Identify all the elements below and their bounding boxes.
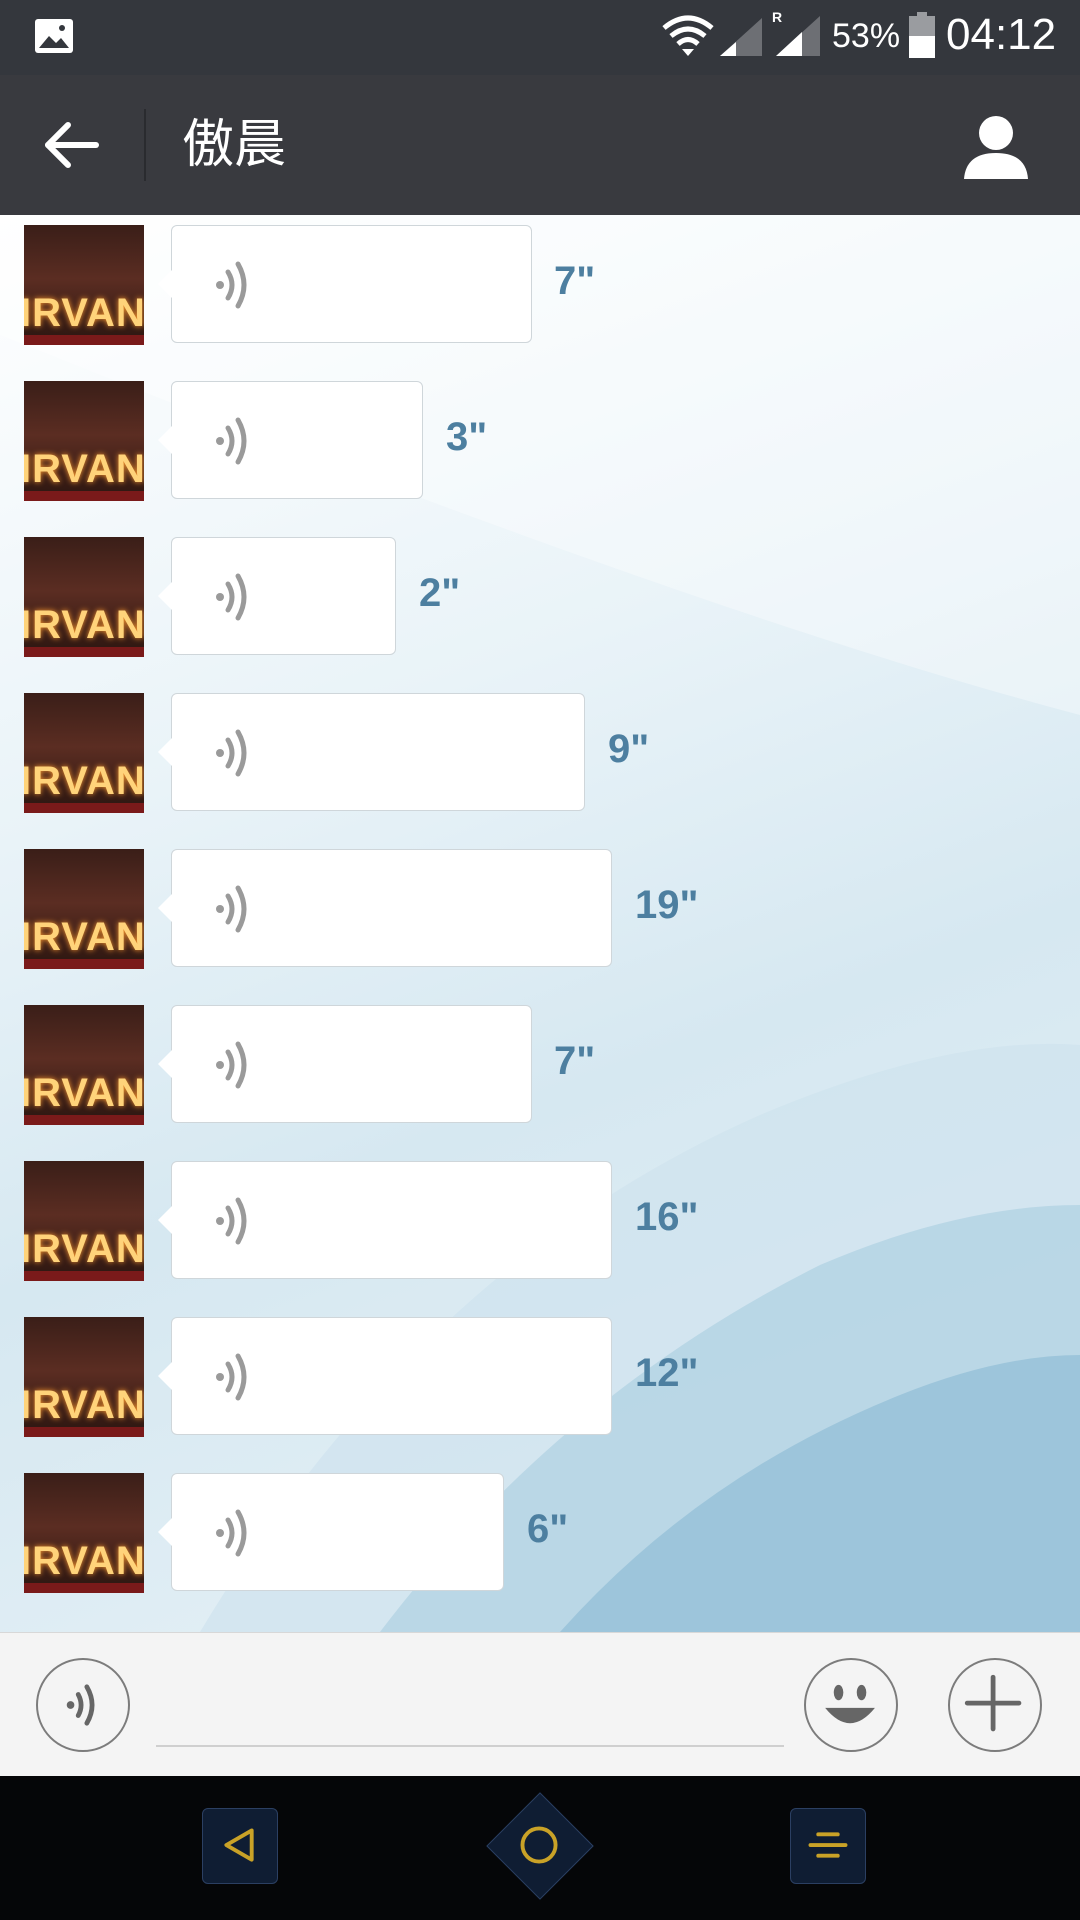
voice-message-bubble[interactable] bbox=[158, 693, 585, 811]
avatar[interactable]: IRVANA bbox=[24, 1317, 144, 1437]
voice-message-bubble[interactable] bbox=[158, 849, 612, 967]
battery-percent: 53% bbox=[832, 17, 901, 55]
voice-wave-icon bbox=[216, 729, 247, 777]
voice-wave-icon bbox=[216, 1509, 247, 1557]
voice-message-bubble[interactable] bbox=[158, 381, 423, 499]
chat-message-list[interactable]: IRVANA 7" IRVANA 3" IRVANA 2" IRVANA 9" … bbox=[0, 215, 1080, 1632]
voice-message-row: IRVANA 9" bbox=[0, 693, 1080, 813]
voice-message-bubble[interactable] bbox=[158, 1005, 532, 1123]
voice-wave-icon bbox=[216, 885, 247, 933]
more-options-button[interactable] bbox=[948, 1658, 1042, 1752]
voice-duration: 3" bbox=[446, 415, 488, 459]
nav-home-button[interactable] bbox=[486, 1792, 594, 1900]
voice-toggle-button[interactable] bbox=[36, 1658, 130, 1752]
nav-back-button[interactable] bbox=[202, 1808, 278, 1884]
voice-message-bubble[interactable] bbox=[158, 1317, 612, 1435]
voice-duration: 7" bbox=[554, 259, 596, 303]
system-nav-bar bbox=[0, 1776, 1080, 1920]
voice-message-row: IRVANA 3" bbox=[0, 381, 1080, 501]
voice-duration: 9" bbox=[608, 727, 650, 771]
status-bar: R 53% 04:12 bbox=[0, 0, 1080, 75]
avatar[interactable]: IRVANA bbox=[24, 849, 144, 969]
voice-message-bubble[interactable] bbox=[158, 1161, 612, 1279]
voice-message-bubble[interactable] bbox=[158, 225, 532, 343]
voice-duration: 19" bbox=[635, 883, 699, 927]
voice-wave-icon bbox=[216, 261, 247, 309]
avatar[interactable]: IRVANA bbox=[24, 1005, 144, 1125]
plus-icon bbox=[964, 1674, 1022, 1732]
avatar[interactable]: IRVANA bbox=[24, 693, 144, 813]
clock: 04:12 bbox=[946, 10, 1057, 59]
svg-text:R: R bbox=[772, 10, 782, 25]
wifi-icon bbox=[662, 15, 714, 56]
voice-duration: 2" bbox=[419, 571, 461, 615]
chat-header: 傲晨 bbox=[0, 75, 1080, 215]
message-text-input[interactable] bbox=[156, 1673, 784, 1747]
gallery-icon bbox=[35, 19, 73, 53]
chat-title: 傲晨 bbox=[182, 115, 287, 175]
back-arrow-icon bbox=[45, 122, 99, 168]
signal-roaming-icon: R bbox=[772, 10, 820, 56]
voice-wave-icon bbox=[216, 1197, 247, 1245]
voice-message-row: IRVANA 19" bbox=[0, 849, 1080, 969]
voice-message-row: IRVANA 12" bbox=[0, 1317, 1080, 1437]
chat-input-bar bbox=[0, 1632, 1080, 1776]
voice-message-row: IRVANA 2" bbox=[0, 537, 1080, 657]
voice-message-row: IRVANA 7" bbox=[0, 225, 1080, 345]
header-divider bbox=[144, 109, 146, 181]
voice-duration: 7" bbox=[554, 1039, 596, 1083]
voice-toggle-icon bbox=[66, 1684, 95, 1726]
nav-home-icon bbox=[520, 1826, 558, 1864]
avatar[interactable]: IRVANA bbox=[24, 381, 144, 501]
profile-button[interactable] bbox=[958, 109, 1034, 185]
voice-message-row: IRVANA 7" bbox=[0, 1005, 1080, 1125]
signal-icon bbox=[720, 18, 762, 56]
profile-icon bbox=[964, 116, 1028, 179]
avatar[interactable]: IRVANA bbox=[24, 1473, 144, 1593]
back-button[interactable] bbox=[34, 105, 114, 185]
voice-wave-icon bbox=[216, 1353, 247, 1401]
voice-duration: 12" bbox=[635, 1351, 699, 1395]
voice-duration: 16" bbox=[635, 1195, 699, 1239]
voice-wave-icon bbox=[216, 573, 247, 621]
voice-message-bubble[interactable] bbox=[158, 1473, 504, 1591]
battery-icon bbox=[909, 12, 935, 58]
voice-message-row: IRVANA 6" bbox=[0, 1473, 1080, 1593]
voice-message-row: IRVANA 16" bbox=[0, 1161, 1080, 1281]
voice-wave-icon bbox=[216, 1041, 247, 1089]
nav-recents-button[interactable] bbox=[790, 1808, 866, 1884]
voice-message-bubble[interactable] bbox=[158, 537, 396, 655]
avatar[interactable]: IRVANA bbox=[24, 225, 144, 345]
avatar[interactable]: IRVANA bbox=[24, 537, 144, 657]
nav-recents-icon bbox=[808, 1832, 848, 1858]
avatar[interactable]: IRVANA bbox=[24, 1161, 144, 1281]
emoji-button[interactable] bbox=[804, 1658, 898, 1752]
voice-wave-icon bbox=[216, 417, 247, 465]
emoji-icon bbox=[825, 1684, 875, 1724]
nav-back-icon bbox=[224, 1828, 254, 1862]
voice-duration: 6" bbox=[527, 1507, 569, 1551]
